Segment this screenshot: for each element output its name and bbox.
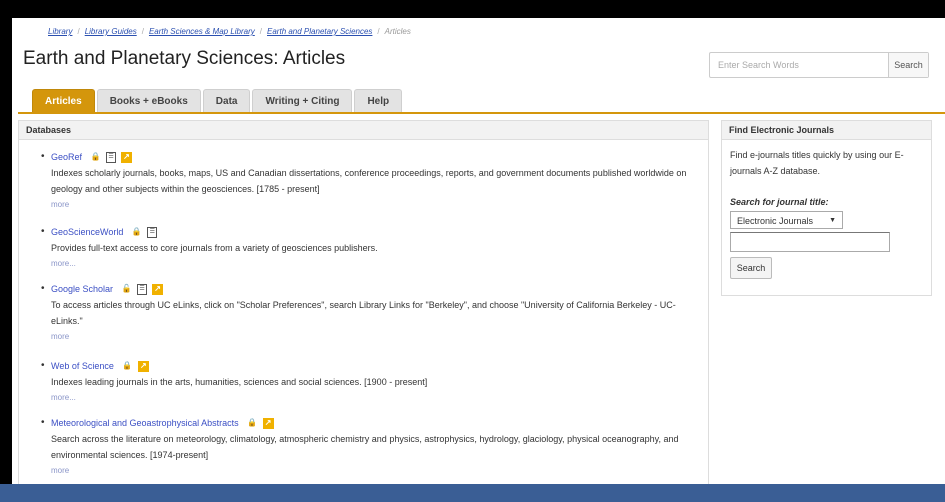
breadcrumb-separator: / xyxy=(77,27,80,36)
breadcrumb-separator: / xyxy=(259,27,263,36)
bullet: • xyxy=(41,226,45,237)
breadcrumb-separator: / xyxy=(141,27,144,36)
bullet: • xyxy=(41,417,45,428)
journal-search-button[interactable]: Search xyxy=(730,257,772,279)
guide-tabs: Articles Books + eBooks Data Writing + C… xyxy=(32,89,404,114)
more-link[interactable]: more xyxy=(41,329,696,345)
tab-writing-citing[interactable]: Writing + Citing xyxy=(252,89,353,114)
journal-type-selected-value: Electronic Journals xyxy=(737,216,814,226)
find-electronic-journals-box: Find Electronic Journals Find e-journals… xyxy=(721,120,932,296)
lock-icon: 🔒 xyxy=(247,418,258,427)
page-title: Earth and Planetary Sciences: Articles xyxy=(23,48,346,69)
tab-underline xyxy=(18,112,945,114)
list-item: • GeoRef 🔒 ☰ ↗ Indexes scholarly journal… xyxy=(41,149,696,213)
databases-box: Databases • GeoRef 🔒 ☰ ↗ Indexes scholar… xyxy=(18,120,709,484)
database-link-web-of-science[interactable]: Web of Science xyxy=(51,358,114,374)
journal-type-select[interactable]: Electronic Journals ▼ xyxy=(730,211,843,229)
database-description: Indexes scholarly journals, books, maps,… xyxy=(51,168,687,194)
tab-data[interactable]: Data xyxy=(202,89,251,114)
bullet: • xyxy=(41,151,45,162)
more-link[interactable]: more xyxy=(41,197,696,213)
breadcrumb-earth-planetary-sciences[interactable]: Earth and Planetary Sciences xyxy=(267,27,372,36)
chevron-down-icon: ▼ xyxy=(829,217,836,224)
database-description: Provides full-text access to core journa… xyxy=(51,243,378,253)
tab-help[interactable]: Help xyxy=(354,89,403,114)
journals-box-title: Find Electronic Journals xyxy=(722,121,931,140)
journal-title-input[interactable] xyxy=(730,232,890,252)
list-item: • GeoScienceWorld 🔒 ☰ Provides full-text… xyxy=(41,224,696,272)
list-item: • Meteorological and Geoastrophysical Ab… xyxy=(41,415,696,479)
list-item: • Web of Science 🔒 ↗ Indexes leading jou… xyxy=(41,358,696,406)
document-icon: ☰ xyxy=(106,151,117,163)
tab-articles[interactable]: Articles xyxy=(32,89,95,114)
bullet: • xyxy=(41,283,45,294)
database-link-meteorological-geoastrophysical-abstracts[interactable]: Meteorological and Geoastrophysical Abst… xyxy=(51,415,239,431)
footer-bar xyxy=(0,484,945,502)
more-link[interactable]: more... xyxy=(41,390,696,406)
breadcrumb-earth-sciences-map-library[interactable]: Earth Sciences & Map Library xyxy=(149,27,255,36)
lock-icon: 🔒 xyxy=(131,227,142,236)
more-link[interactable]: more... xyxy=(41,256,696,272)
document-icon: ☰ xyxy=(137,283,148,295)
more-link[interactable]: more xyxy=(41,463,696,479)
breadcrumb-library[interactable]: Library xyxy=(48,27,72,36)
tab-books-ebooks[interactable]: Books + eBooks xyxy=(96,89,201,114)
document-icon: ☰ xyxy=(147,226,158,238)
database-description: Indexes leading journals in the arts, hu… xyxy=(51,377,428,387)
list-item: • Google Scholar 🔓 ☰ ↗ To access article… xyxy=(41,281,696,345)
site-search: Search xyxy=(709,52,929,78)
page-frame: Library / Library Guides / Earth Sciences & … xyxy=(12,18,945,484)
uc-elinks-icon: ↗ xyxy=(137,360,149,372)
uc-elinks-icon: ↗ xyxy=(152,283,164,295)
journal-search-label: Search for journal title: xyxy=(730,197,829,207)
lock-icon: 🔒 xyxy=(122,361,133,370)
lock-icon: 🔒 xyxy=(90,152,101,161)
uc-elinks-icon: ↗ xyxy=(262,417,274,429)
breadcrumb-separator: / xyxy=(377,27,380,36)
databases-box-title: Databases xyxy=(19,121,708,140)
breadcrumb-current-articles: Articles xyxy=(384,27,411,36)
journals-description: Find e-journals titles quickly by using … xyxy=(730,150,904,176)
database-description: Search across the literature on meteorol… xyxy=(51,434,679,460)
database-link-google-scholar[interactable]: Google Scholar xyxy=(51,281,113,297)
breadcrumb-library-guides[interactable]: Library Guides xyxy=(85,27,137,36)
open-lock-icon: 🔓 xyxy=(121,284,132,293)
bullet: • xyxy=(41,360,45,371)
search-input[interactable] xyxy=(710,53,888,77)
uc-elinks-icon: ↗ xyxy=(121,151,133,163)
database-link-geoscienceworld[interactable]: GeoScienceWorld xyxy=(51,224,123,240)
search-button[interactable]: Search xyxy=(888,53,928,77)
database-description: To access articles through UC eLinks, cl… xyxy=(51,300,676,326)
breadcrumb: Library / Library Guides / Earth Sciences & … xyxy=(48,27,411,36)
database-link-georef[interactable]: GeoRef xyxy=(51,149,82,165)
